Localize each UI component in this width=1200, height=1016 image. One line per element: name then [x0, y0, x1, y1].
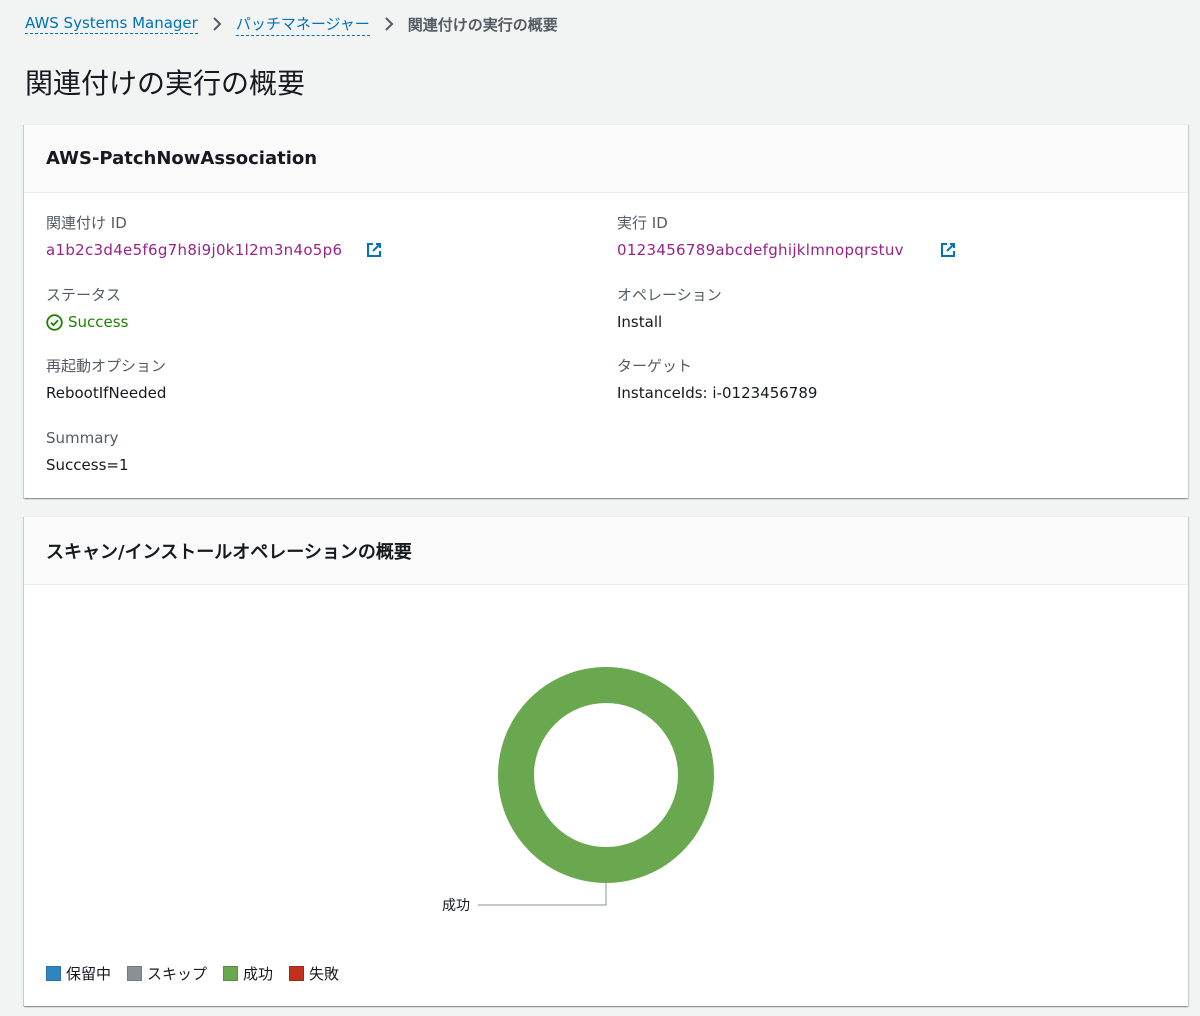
association-id-label: 関連付け ID — [46, 214, 127, 232]
status-value-row: Success — [46, 312, 128, 332]
chart-legend: 保留中 スキップ 成功 失敗 — [46, 963, 355, 984]
legend-swatch — [46, 966, 61, 981]
page-title: 関連付けの実行の概要 — [25, 67, 306, 100]
donut-slice-3[interactable] — [498, 667, 714, 883]
execution-id-value-row: 0123456789abcdefghijklmnopqrstuv — [617, 240, 956, 260]
reboot-option-value: RebootIfNeeded — [46, 384, 167, 402]
breadcrumb-current: 関連付けの実行の概要 — [407, 15, 558, 34]
chart-panel-header: スキャン/インストールオペレーションの概要 — [24, 517, 1188, 585]
execution-id-field: 実行 ID 0123456789abcdefghijklmnopqrstuv — [617, 213, 956, 260]
annotation-leader-line — [478, 883, 607, 906]
operation-value: Install — [617, 313, 663, 331]
reboot-option-label: 再起動オプション — [46, 357, 167, 375]
execution-id-link[interactable]: 0123456789abcdefghijklmnopqrstuv — [617, 240, 904, 260]
legend-swatch — [223, 966, 239, 981]
operation-field: オペレーション Install — [617, 285, 722, 332]
legend-swatch — [289, 966, 305, 981]
target-label: ターゲット — [617, 357, 693, 375]
legend-swatch — [127, 966, 143, 981]
summary-value: Success=1 — [46, 456, 129, 474]
legend-item[interactable]: 保留中 — [46, 963, 111, 984]
status-label: ステータス — [46, 286, 122, 304]
target-key: InstanceIds: — [617, 384, 708, 402]
legend-label: スキップ — [147, 965, 208, 983]
association-details-panel: AWS-PatchNowAssociation 関連付け ID a1b2c3d4… — [24, 124, 1188, 498]
summary-field: Summary Success=1 — [46, 428, 129, 475]
legend-label: 成功 — [243, 965, 274, 983]
details-panel-header: AWS-PatchNowAssociation — [24, 125, 1188, 193]
operation-label: オペレーション — [617, 286, 722, 304]
status-field: ステータス Success — [46, 285, 128, 332]
chevron-right-icon — [384, 17, 394, 31]
breadcrumb: AWS Systems Manager パッチマネージャー 関連付けの実行の概要 — [25, 12, 558, 36]
external-link-icon[interactable] — [940, 242, 956, 258]
target-value: i-0123456789 — [712, 384, 818, 402]
legend-label: 失敗 — [309, 965, 340, 983]
check-circle-icon — [46, 313, 63, 331]
legend-item[interactable]: 失敗 — [289, 963, 339, 984]
summary-label: Summary — [46, 429, 119, 447]
operation-summary-panel: スキャン/インストールオペレーションの概要 成功 保留中 スキップ 成功 失敗 — [24, 516, 1188, 1006]
association-id-field: 関連付け ID a1b2c3d4e5f6g7h8i9j0k1l2m3n4o5p6 — [46, 213, 382, 260]
breadcrumb-systems-manager[interactable]: AWS Systems Manager — [25, 14, 198, 34]
association-id-link[interactable]: a1b2c3d4e5f6g7h8i9j0k1l2m3n4o5p6 — [46, 240, 342, 260]
external-link-icon[interactable] — [366, 242, 382, 258]
association-id-value-row: a1b2c3d4e5f6g7h8i9j0k1l2m3n4o5p6 — [46, 240, 382, 260]
target-value-row: InstanceIds: i-0123456789 — [617, 383, 817, 403]
breadcrumb-patch-manager[interactable]: パッチマネージャー — [235, 13, 370, 36]
chevron-right-icon — [212, 17, 222, 31]
legend-label: 保留中 — [66, 965, 112, 983]
reboot-option-field: 再起動オプション RebootIfNeeded — [46, 356, 166, 403]
target-field: ターゲット InstanceIds: i-0123456789 — [617, 356, 817, 403]
annotation-label: 成功 — [442, 898, 470, 914]
donut-chart: 成功 — [442, 667, 714, 914]
legend-item[interactable]: スキップ — [127, 963, 207, 984]
execution-id-label: 実行 ID — [617, 214, 668, 232]
status-value: Success — [68, 313, 129, 331]
legend-item[interactable]: 成功 — [223, 963, 273, 984]
